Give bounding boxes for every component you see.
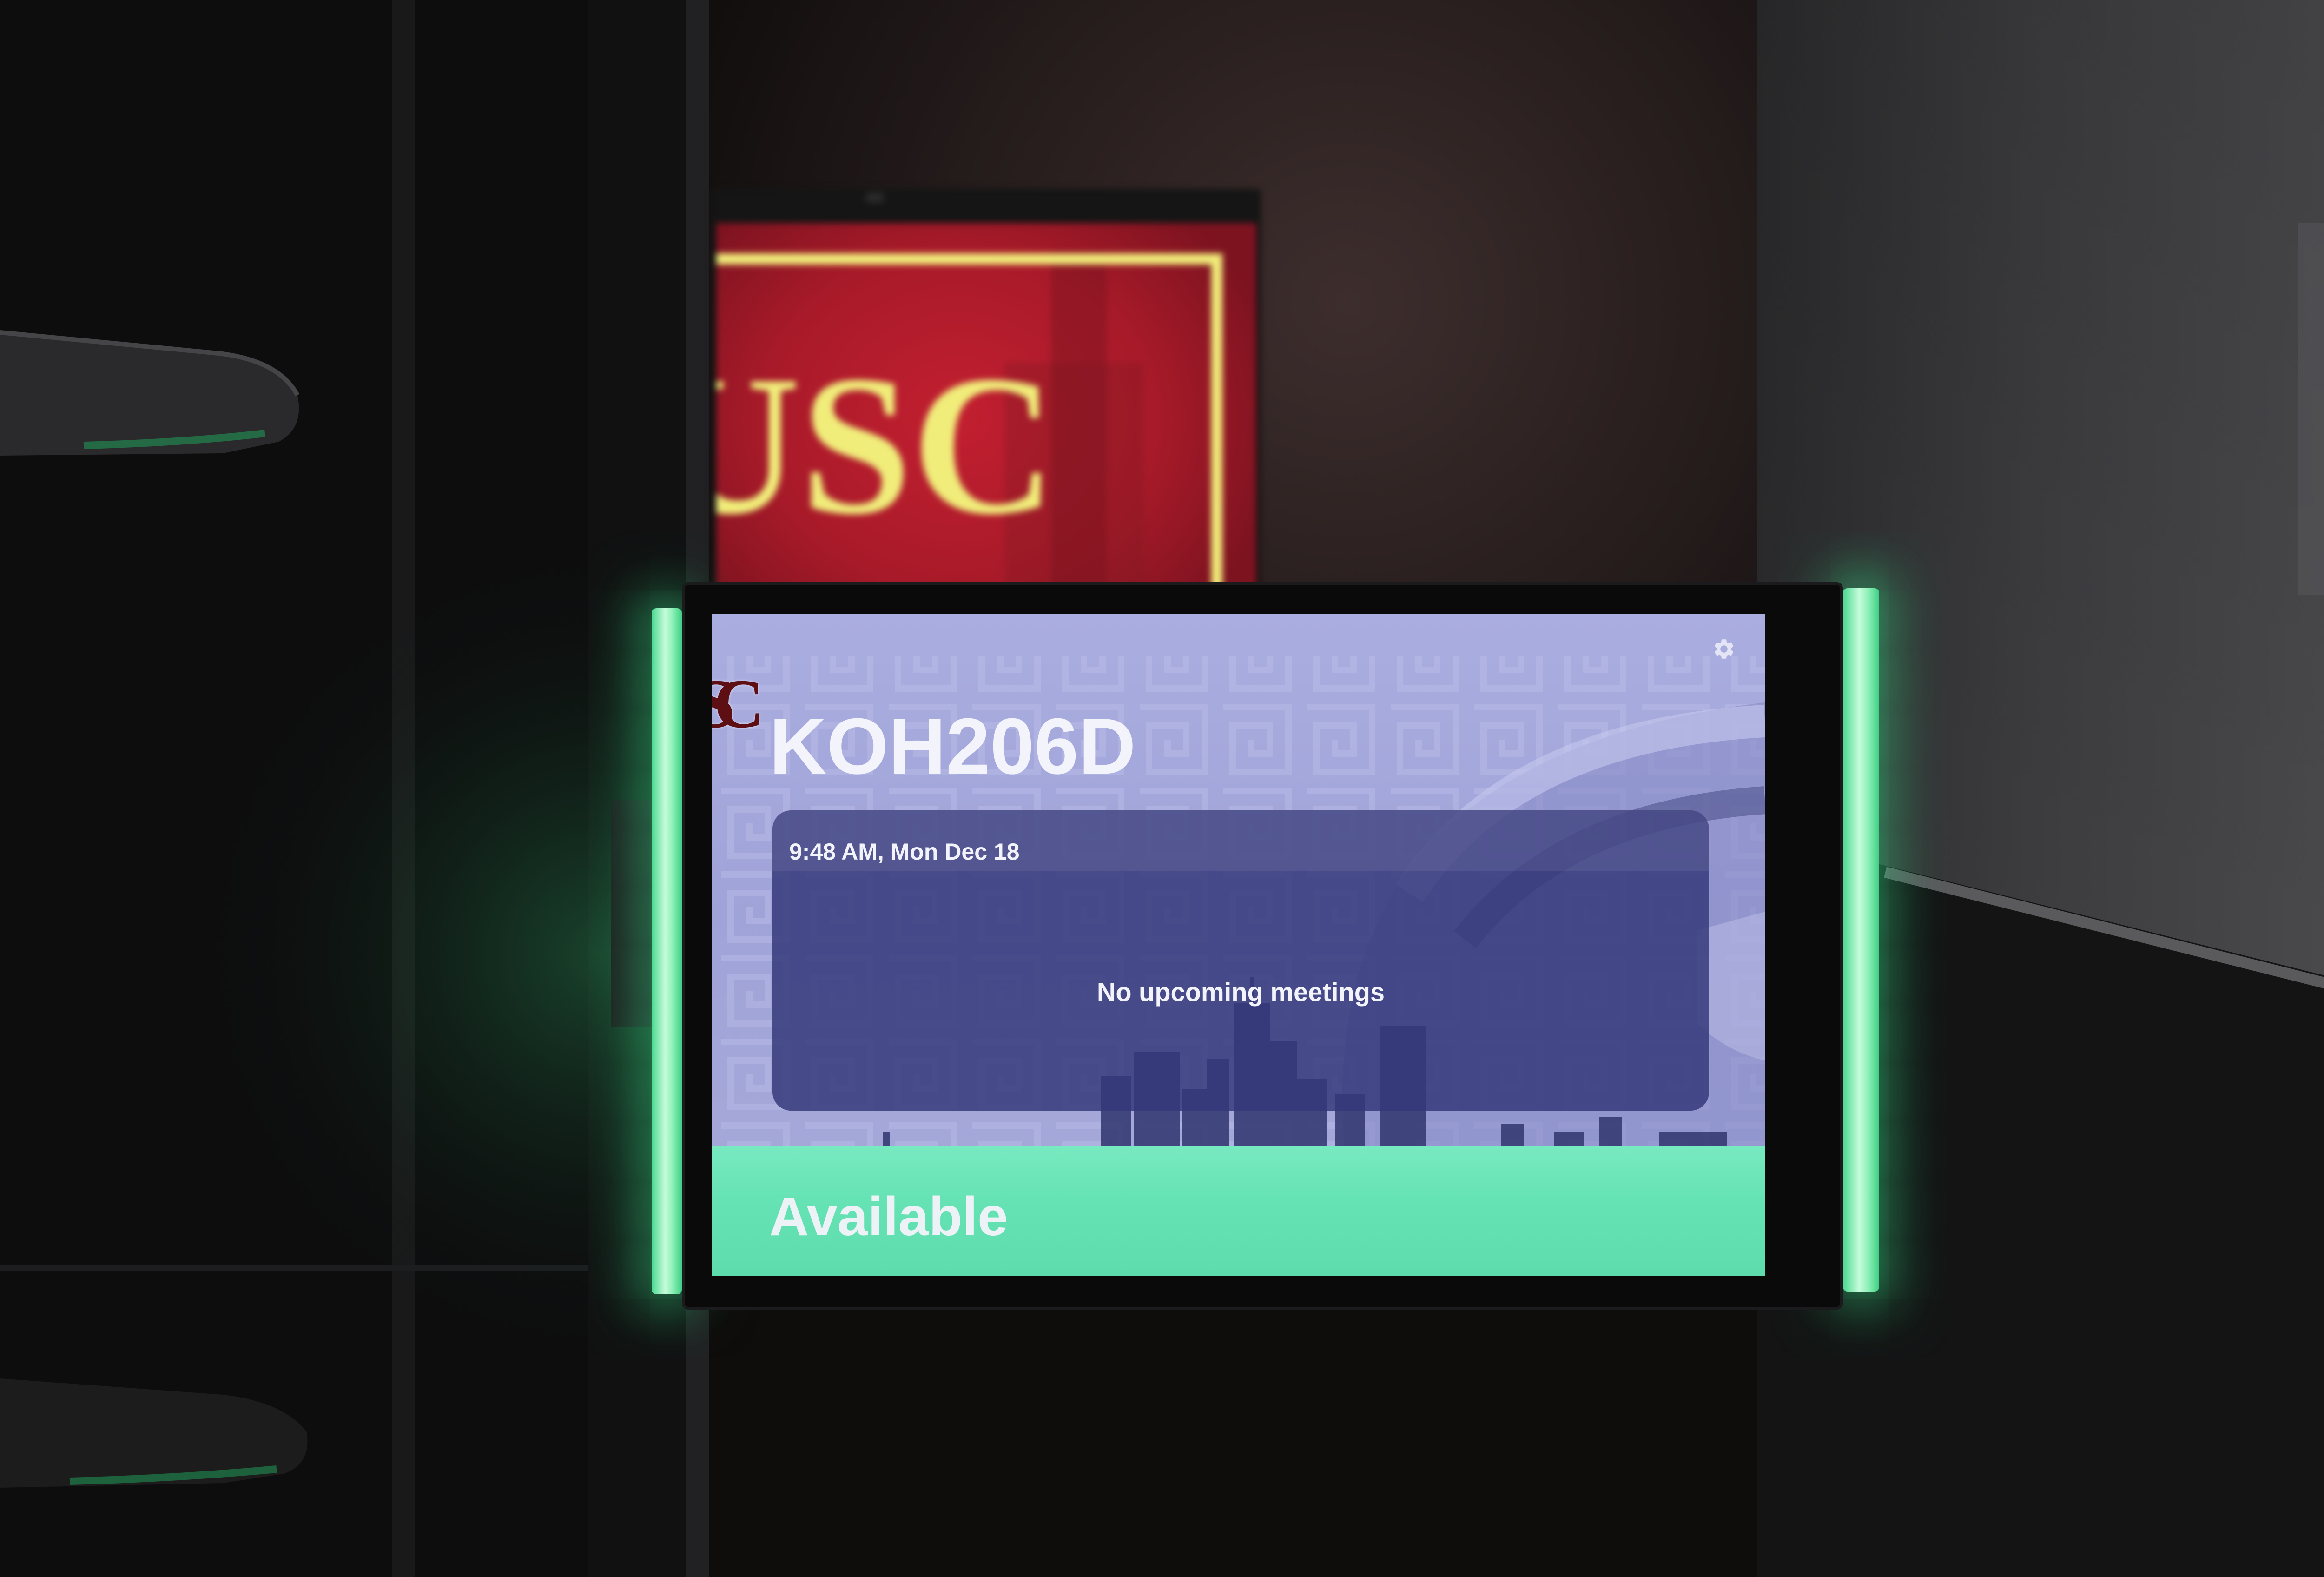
sign-border-right <box>1211 253 1222 596</box>
room-panel-tablet: SC KOH206D 9:48 AM, Mon Dec 18 No upcomi… <box>682 582 1843 1310</box>
photo-scene: USC C KOH206D 9:48 AM, Mon Dec 18 No upc… <box>0 0 2324 1577</box>
status-light-left <box>652 608 682 1294</box>
skyline-building <box>1501 1124 1524 1146</box>
availability-status-bar[interactable]: Available <box>712 1146 1765 1276</box>
usc-sign-text: USC <box>716 335 1056 556</box>
skyline-building <box>1554 1132 1584 1146</box>
status-label: Available <box>769 1186 1008 1247</box>
sign-tower-shadow <box>1051 251 1107 601</box>
schedule-card: 9:48 AM, Mon Dec 18 No upcoming meetings <box>772 810 1709 1111</box>
tablet-screen: SC KOH206D 9:48 AM, Mon Dec 18 No upcomi… <box>712 614 1765 1276</box>
status-light-right <box>1843 588 1879 1292</box>
background-monitor: USC <box>712 189 1261 601</box>
current-datetime: 9:48 AM, Mon Dec 18 <box>789 839 1020 865</box>
usc-logo: SC <box>712 665 764 742</box>
usc-sign-panel: USC <box>716 223 1256 601</box>
sign-border-top <box>716 253 1222 265</box>
room-name: KOH206D <box>769 702 1136 791</box>
skyline-building <box>883 1132 890 1146</box>
skyline-building <box>1599 1117 1622 1146</box>
wall-frame <box>2298 223 2324 595</box>
no-meetings-message: No upcoming meetings <box>1096 977 1385 1007</box>
monitor-camera <box>865 192 884 203</box>
skyline-building <box>1659 1132 1727 1146</box>
settings-button[interactable] <box>1712 637 1736 661</box>
gear-icon <box>1714 639 1734 659</box>
tablet-mount-bracket <box>611 800 653 1027</box>
